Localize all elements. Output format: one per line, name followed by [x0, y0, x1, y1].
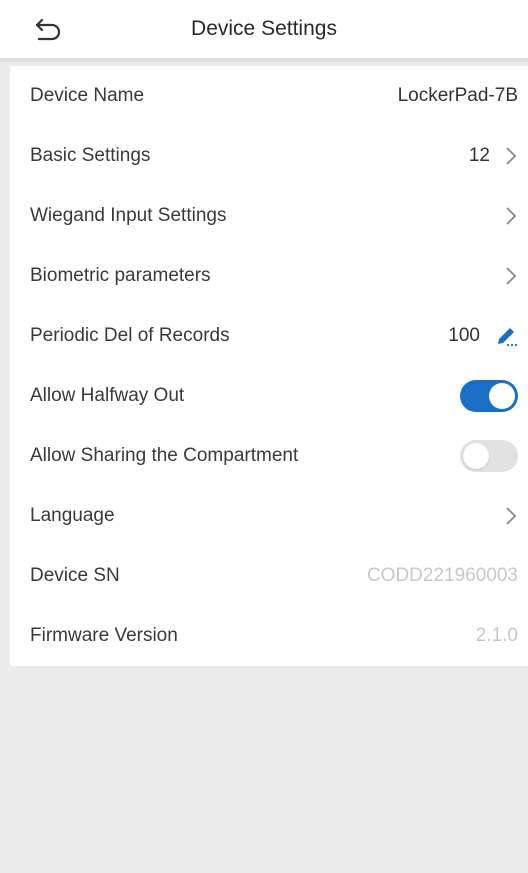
- biometric-parameters-row[interactable]: Biometric parameters: [10, 246, 528, 306]
- allow-halfway-out-row: Allow Halfway Out: [10, 366, 528, 426]
- language-row[interactable]: Language: [10, 486, 528, 546]
- wiegand-input-settings-row[interactable]: Wiegand Input Settings: [10, 186, 528, 246]
- wiegand-input-settings-label: Wiegand Input Settings: [30, 205, 227, 226]
- language-label: Language: [30, 505, 115, 526]
- allow-halfway-out-label: Allow Halfway Out: [30, 385, 185, 406]
- device-sn-row: Device SN CODD221960003: [10, 546, 528, 606]
- page-title: Device Settings: [191, 17, 337, 40]
- firmware-version-value: 2.1.0: [475, 625, 518, 646]
- basic-settings-label: Basic Settings: [30, 145, 151, 166]
- allow-sharing-compartment-toggle[interactable]: [460, 440, 518, 472]
- device-sn-value: CODD221960003: [366, 565, 518, 586]
- device-name-value: LockerPad-7B: [397, 85, 518, 106]
- basic-settings-row[interactable]: Basic Settings 12: [10, 126, 528, 186]
- header-bar: Device Settings: [0, 0, 528, 60]
- allow-sharing-compartment-row: Allow Sharing the Compartment: [10, 426, 528, 486]
- chevron-right-icon: [506, 507, 517, 525]
- biometric-parameters-label: Biometric parameters: [30, 265, 211, 286]
- chevron-right-icon: [506, 207, 517, 225]
- allow-halfway-out-toggle[interactable]: [460, 380, 518, 412]
- firmware-version-row: Firmware Version 2.1.0: [10, 606, 528, 666]
- periodic-del-records-row[interactable]: Periodic Del of Records 100: [10, 306, 528, 366]
- settings-list: Device Name LockerPad-7B Basic Settings …: [10, 66, 528, 666]
- edit-pencil-icon[interactable]: [494, 324, 518, 348]
- basic-settings-value: 12: [468, 145, 490, 166]
- device-sn-label: Device SN: [30, 565, 120, 586]
- periodic-del-records-value: 100: [448, 325, 480, 346]
- allow-sharing-compartment-label: Allow Sharing the Compartment: [30, 445, 299, 466]
- toggle-knob: [463, 443, 489, 469]
- device-name-label: Device Name: [30, 85, 145, 106]
- firmware-version-label: Firmware Version: [30, 625, 178, 646]
- device-name-row[interactable]: Device Name LockerPad-7B: [10, 66, 528, 126]
- toggle-knob: [489, 383, 515, 409]
- chevron-right-icon: [506, 147, 517, 165]
- chevron-right-icon: [506, 267, 517, 285]
- periodic-del-records-label: Periodic Del of Records: [30, 325, 230, 346]
